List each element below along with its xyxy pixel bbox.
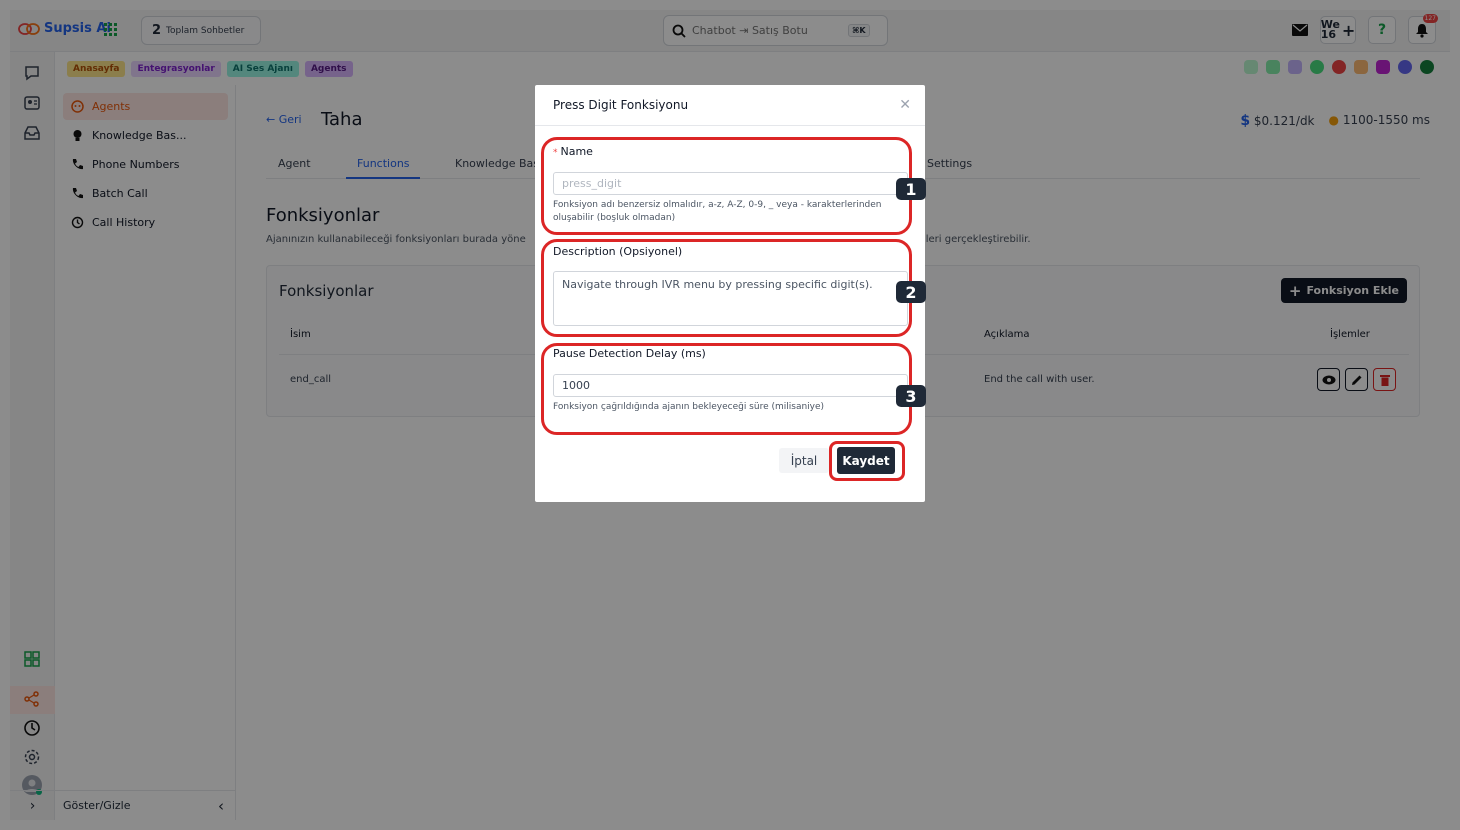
annotation-number-1: 1 — [896, 178, 926, 200]
modal-title: Press Digit Fonksiyonu — [553, 98, 689, 112]
annotation-highlight-2 — [541, 239, 912, 337]
cancel-button[interactable]: İptal — [779, 448, 829, 473]
annotation-highlight-3 — [541, 343, 912, 435]
press-digit-modal: Press Digit Fonksiyonu ✕ *Name Fonksiyon… — [535, 85, 926, 502]
modal-header: Press Digit Fonksiyonu ✕ — [535, 85, 925, 126]
annotation-highlight-1 — [541, 137, 912, 235]
close-icon[interactable]: ✕ — [899, 97, 911, 113]
annotation-highlight-save — [829, 441, 905, 481]
annotation-number-3: 3 — [896, 385, 926, 407]
annotation-number-2: 2 — [896, 281, 926, 303]
